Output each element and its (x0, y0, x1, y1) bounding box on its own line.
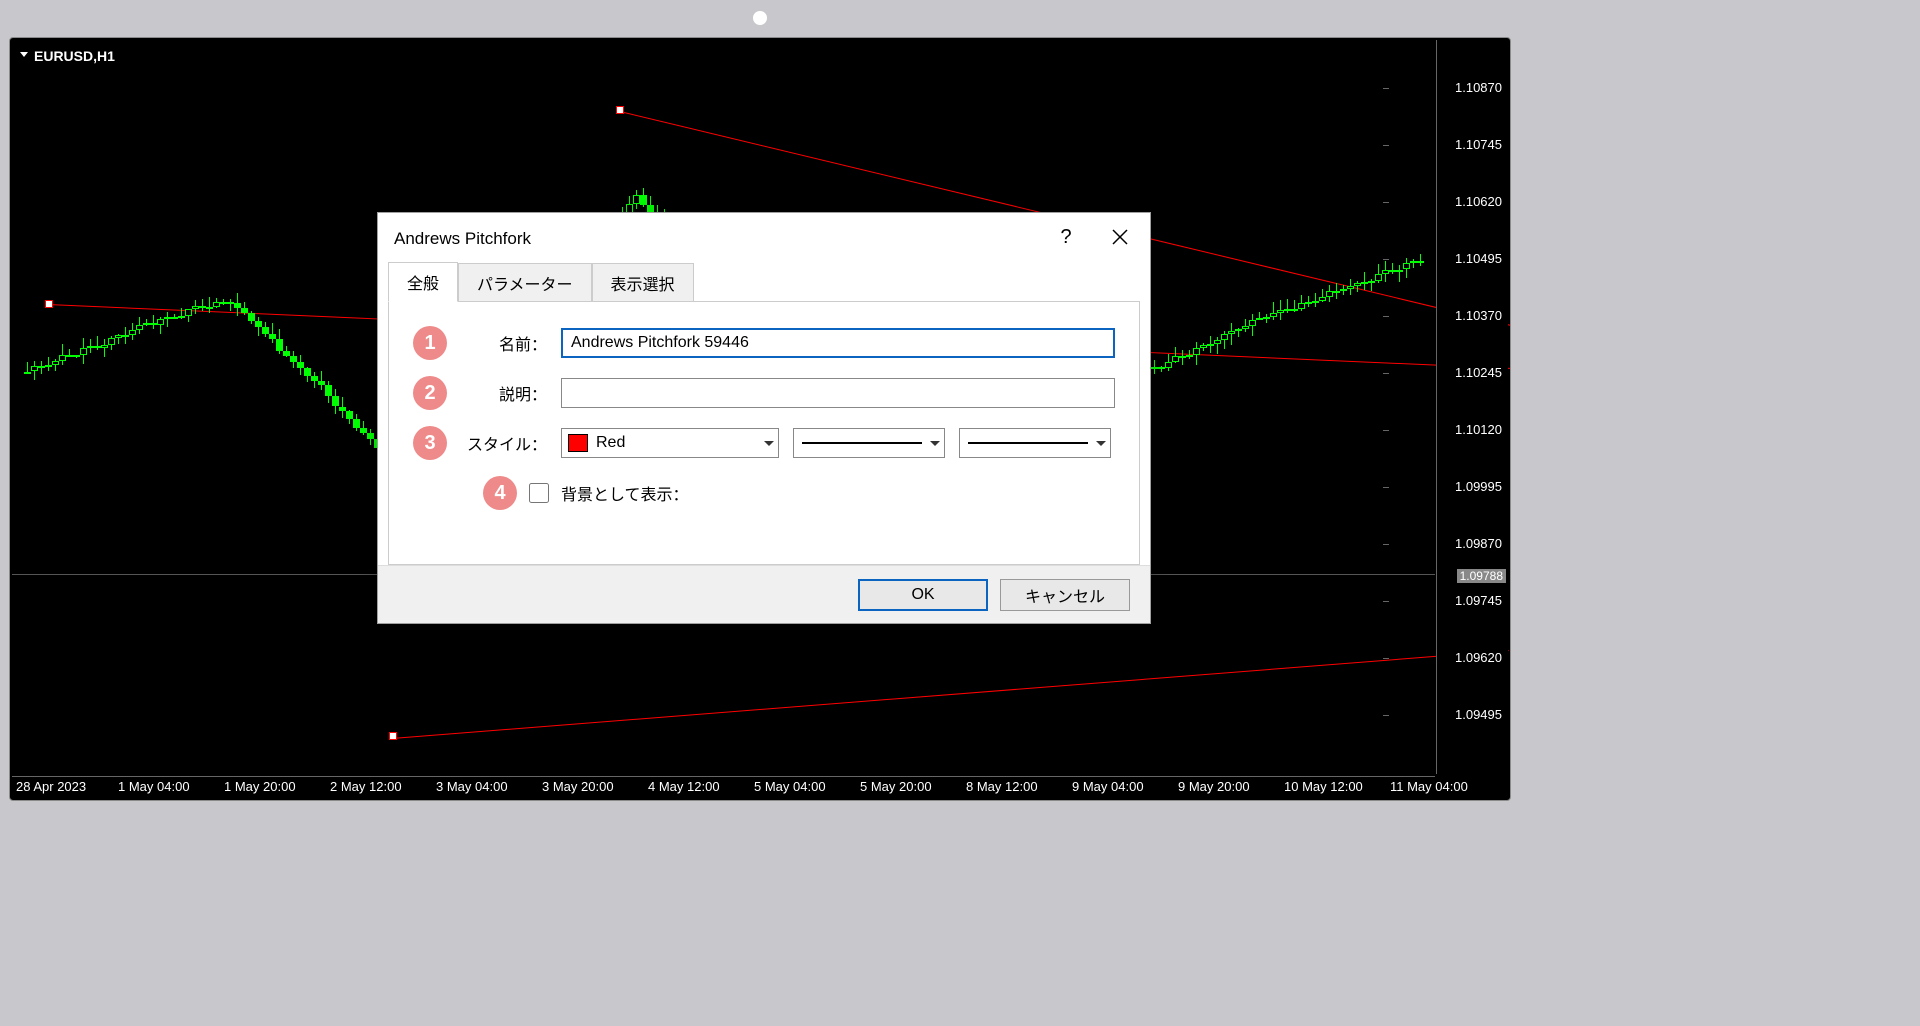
tab-parameters[interactable]: パラメーター (458, 263, 592, 302)
name-label: 名前： (461, 331, 547, 355)
dialog-titlebar[interactable]: Andrews Pitchfork ? (378, 213, 1150, 265)
help-icon: ? (1060, 226, 1071, 249)
color-swatch-icon (568, 434, 588, 452)
line-style-sample-icon (802, 442, 922, 444)
time-tick: 4 May 12:00 (648, 779, 720, 794)
time-tick: 1 May 04:00 (118, 779, 190, 794)
tab-display[interactable]: 表示選択 (592, 263, 694, 302)
price-tick: 1.10620 (1455, 194, 1502, 209)
style-label: スタイル： (461, 431, 547, 455)
chevron-down-icon (764, 441, 774, 446)
chart-symbol-label: EURUSD,H1 (34, 48, 115, 64)
time-tick: 3 May 04:00 (436, 779, 508, 794)
annotation-badge-1: 1 (413, 326, 447, 360)
color-name: Red (596, 434, 625, 452)
price-axis: 1.10870 1.10745 1.10620 1.10495 1.10370 … (1436, 40, 1508, 774)
description-input[interactable] (561, 378, 1115, 408)
price-tick: 1.10495 (1455, 251, 1502, 266)
window-drag-handle[interactable] (753, 11, 767, 25)
time-tick: 5 May 20:00 (860, 779, 932, 794)
price-tick: 1.10745 (1455, 137, 1502, 152)
dialog-title: Andrews Pitchfork (394, 229, 531, 249)
current-price-badge: 1.09788 (1457, 569, 1506, 583)
name-input[interactable] (561, 328, 1115, 358)
background-checkbox[interactable] (529, 483, 549, 503)
chart-menu-icon[interactable] (20, 52, 28, 57)
time-tick: 11 May 04:00 (1390, 779, 1468, 794)
pitchfork-handle-1[interactable] (45, 300, 53, 308)
price-tick: 1.09995 (1455, 479, 1502, 494)
time-tick: 9 May 04:00 (1072, 779, 1144, 794)
dialog-button-bar: OK キャンセル (378, 565, 1150, 623)
chevron-down-icon (1096, 441, 1106, 446)
annotation-badge-3: 3 (413, 426, 447, 460)
price-tick: 1.09745 (1455, 593, 1502, 608)
price-tick: 1.10245 (1455, 365, 1502, 380)
time-tick: 2 May 12:00 (330, 779, 402, 794)
tab-strip: 全般 パラメーター 表示選択 (378, 265, 1150, 301)
description-label: 説明： (461, 381, 547, 405)
pitchfork-line-3[interactable] (392, 650, 1509, 739)
annotation-badge-4: 4 (483, 476, 517, 510)
ok-button[interactable]: OK (858, 579, 988, 611)
help-button[interactable]: ? (1040, 215, 1092, 259)
price-tick: 1.10370 (1455, 308, 1502, 323)
time-axis: 28 Apr 2023 1 May 04:00 1 May 20:00 2 Ma… (12, 776, 1435, 798)
price-tick: 1.09870 (1455, 536, 1502, 551)
close-icon (1112, 229, 1128, 245)
price-tick: 1.10870 (1455, 80, 1502, 95)
pitchfork-handle-2[interactable] (616, 106, 624, 114)
tab-content-general: 1 名前： 2 説明： 3 スタイル： Red (388, 301, 1140, 565)
pitchfork-properties-dialog: Andrews Pitchfork ? 全般 パラメーター 表示選択 1 名前：… (377, 212, 1151, 624)
time-tick: 3 May 20:00 (542, 779, 614, 794)
tab-general[interactable]: 全般 (388, 262, 458, 302)
time-tick: 1 May 20:00 (224, 779, 296, 794)
time-tick: 9 May 20:00 (1178, 779, 1250, 794)
price-tick: 1.09620 (1455, 650, 1502, 665)
price-tick: 1.10120 (1455, 422, 1502, 437)
price-tick: 1.09495 (1455, 707, 1502, 722)
time-tick: 28 Apr 2023 (16, 779, 86, 794)
chevron-down-icon (930, 441, 940, 446)
time-tick: 10 May 12:00 (1284, 779, 1363, 794)
background-label: 背景として表示： (561, 481, 689, 505)
pitchfork-handle-3[interactable] (389, 732, 397, 740)
cancel-button[interactable]: キャンセル (1000, 579, 1130, 611)
color-select[interactable]: Red (561, 428, 779, 458)
time-tick: 8 May 12:00 (966, 779, 1038, 794)
close-button[interactable] (1094, 215, 1146, 259)
annotation-badge-2: 2 (413, 376, 447, 410)
line-width-select[interactable] (959, 428, 1111, 458)
line-style-select[interactable] (793, 428, 945, 458)
line-width-sample-icon (968, 442, 1088, 444)
time-tick: 5 May 04:00 (754, 779, 826, 794)
